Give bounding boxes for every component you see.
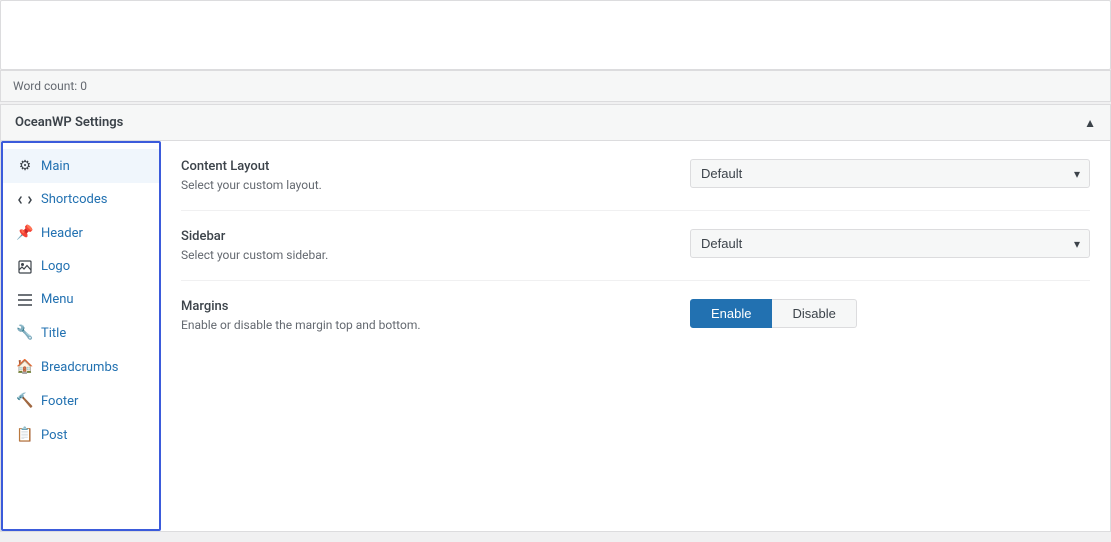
- sidebar-item-post[interactable]: 📋 Post: [3, 418, 159, 452]
- margins-label: Margins: [181, 299, 670, 314]
- sidebar-item-footer[interactable]: 🔨 Footer: [3, 384, 159, 418]
- sidebar-item-title[interactable]: 🔧 Title: [3, 316, 159, 350]
- content-layout-label: Content Layout: [181, 159, 670, 174]
- margins-disable-button[interactable]: Disable: [772, 299, 856, 328]
- collapse-button[interactable]: ▲: [1084, 116, 1096, 130]
- panel-title: OceanWP Settings: [15, 115, 123, 130]
- title-icon: 🔧: [17, 325, 33, 341]
- word-count-bar: Word count: 0: [0, 70, 1111, 102]
- margins-control: Enable Disable: [690, 299, 1090, 328]
- content-layout-label-area: Content Layout Select your custom layout…: [181, 159, 670, 192]
- sidebar-item-logo[interactable]: Logo: [3, 250, 159, 283]
- sidebar-item-breadcrumbs-label: Breadcrumbs: [41, 360, 118, 375]
- oceanwp-panel-header: OceanWP Settings ▲: [1, 105, 1110, 141]
- sidebar-item-menu[interactable]: Menu: [3, 283, 159, 316]
- gear-icon: ⚙: [17, 158, 33, 174]
- sidebar-row: Sidebar Select your custom sidebar. Defa…: [181, 211, 1090, 281]
- content-layout-select-wrapper: Default Full Width Boxed: [690, 159, 1090, 188]
- sidebar-item-shortcodes-label: Shortcodes: [41, 192, 107, 207]
- breadcrumbs-icon: 🏠: [17, 359, 33, 375]
- sidebar-desc: Select your custom sidebar.: [181, 248, 670, 262]
- oceanwp-panel: OceanWP Settings ▲ ⚙ Main: [0, 104, 1111, 532]
- header-icon: 📌: [17, 225, 33, 241]
- logo-icon: [17, 260, 33, 274]
- word-count-value: 0: [80, 79, 87, 93]
- page-wrapper: Word count: 0 OceanWP Settings ▲ ⚙ Main: [0, 0, 1111, 542]
- sidebar-select-wrapper: Default Left Sidebar Right Sidebar No Si…: [690, 229, 1090, 258]
- sidebar-label-area: Sidebar Select your custom sidebar.: [181, 229, 670, 262]
- sidebar-item-header-label: Header: [41, 226, 83, 241]
- sidebar-nav: ⚙ Main Shortcodes 📌 Header: [1, 141, 161, 531]
- sidebar-item-menu-label: Menu: [41, 292, 74, 307]
- content-layout-control: Default Full Width Boxed: [690, 159, 1090, 188]
- margins-toggle-group: Enable Disable: [690, 299, 1090, 328]
- post-icon: 📋: [17, 427, 33, 443]
- sidebar-item-main-label: Main: [41, 159, 70, 174]
- sidebar-item-shortcodes[interactable]: Shortcodes: [3, 183, 159, 216]
- margins-desc: Enable or disable the margin top and bot…: [181, 318, 670, 332]
- sidebar-select[interactable]: Default Left Sidebar Right Sidebar No Si…: [690, 229, 1090, 258]
- margins-row: Margins Enable or disable the margin top…: [181, 281, 1090, 350]
- sidebar-item-breadcrumbs[interactable]: 🏠 Breadcrumbs: [3, 350, 159, 384]
- margins-enable-button[interactable]: Enable: [690, 299, 772, 328]
- shortcodes-icon: [17, 193, 33, 207]
- content-layout-desc: Select your custom layout.: [181, 178, 670, 192]
- footer-icon: 🔨: [17, 393, 33, 409]
- word-count-label: Word count:: [13, 79, 77, 93]
- sidebar-item-logo-label: Logo: [41, 259, 70, 274]
- sidebar-item-footer-label: Footer: [41, 394, 78, 409]
- sidebar-item-header[interactable]: 📌 Header: [3, 216, 159, 250]
- editor-area: [0, 0, 1111, 70]
- content-layout-select[interactable]: Default Full Width Boxed: [690, 159, 1090, 188]
- sidebar-item-main[interactable]: ⚙ Main: [3, 149, 159, 183]
- oceanwp-body: ⚙ Main Shortcodes 📌 Header: [1, 141, 1110, 531]
- content-layout-row: Content Layout Select your custom layout…: [181, 141, 1090, 211]
- content-area: Content Layout Select your custom layout…: [161, 141, 1110, 531]
- margins-label-area: Margins Enable or disable the margin top…: [181, 299, 670, 332]
- sidebar-item-post-label: Post: [41, 428, 68, 443]
- sidebar-control: Default Left Sidebar Right Sidebar No Si…: [690, 229, 1090, 258]
- sidebar-item-title-label: Title: [41, 326, 66, 341]
- sidebar-label: Sidebar: [181, 229, 670, 244]
- menu-icon: [17, 294, 33, 306]
